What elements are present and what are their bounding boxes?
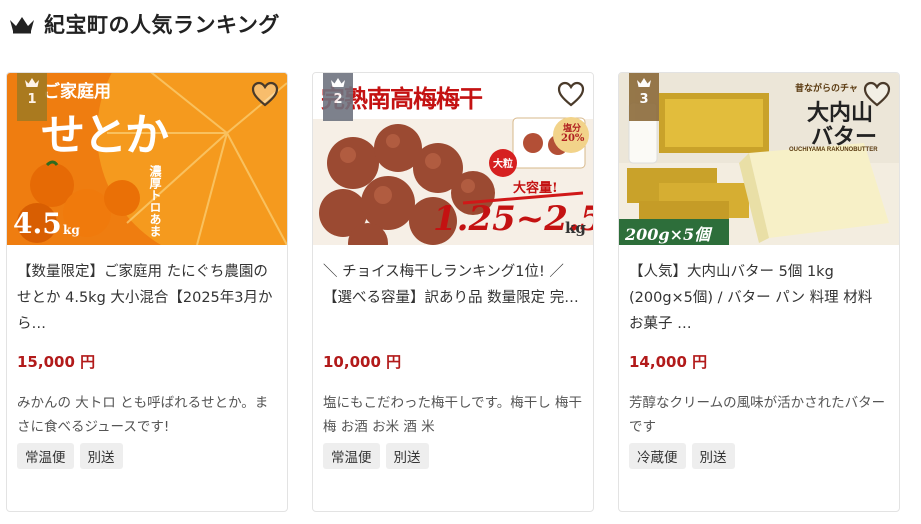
image-caption-side: 濃厚トロあま — [148, 165, 162, 237]
shipping-tag: 別送 — [79, 443, 123, 469]
rank-badge: 2 — [323, 73, 353, 121]
product-card[interactable]: 完熟南高梅梅干 大粒 塩分 20% 大容量! 1.25~2.5 kg 2 ＼ チ… — [312, 72, 594, 512]
favorite-heart-icon[interactable] — [251, 81, 279, 107]
image-package: 200g×5個 — [625, 225, 711, 244]
product-price: 15,000 円 — [17, 353, 96, 371]
section-header: 紀宝町の人気ランキング — [8, 8, 280, 40]
tag-list: 常温便 別送 — [17, 443, 277, 469]
product-title[interactable]: 【人気】大内山バター 5個 1kg (200g×5個) / バター パン 料理 … — [629, 259, 889, 337]
product-description: みかんの 大トロ とも呼ばれるせとか。まさに食べるジュースです! — [17, 395, 269, 435]
image-caption-big: 大粒 — [493, 159, 513, 170]
image-brand: OUCHIYAMA RAKUNOBUTTER — [789, 147, 878, 153]
image-capacity: 大容量! — [513, 181, 558, 196]
rank-number: 2 — [333, 92, 343, 107]
product-description: 塩にもこだわった梅干しです。梅干し 梅干 梅 お酒 お米 酒 米 — [323, 395, 583, 435]
product-card[interactable]: 昔ながらのチャ 大内山 バター OUCHIYAMA RAKUNOBUTTER 2… — [618, 72, 900, 512]
shipping-tag: 別送 — [385, 443, 429, 469]
shipping-tag: 冷蔵便 — [629, 443, 686, 469]
product-card[interactable]: ご家庭用 せとか 4.5 kg 濃厚トロあま 1 【数量限定】ご家庭用 たにぐち… — [6, 72, 288, 512]
product-image[interactable]: 昔ながらのチャ 大内山 バター OUCHIYAMA RAKUNOBUTTER 2… — [619, 73, 899, 245]
rank-badge: 1 — [17, 73, 47, 121]
section-title: 紀宝町の人気ランキング — [44, 13, 280, 37]
rank-number: 3 — [639, 92, 649, 107]
image-unit: kg — [63, 223, 80, 237]
image-unit: kg — [565, 219, 586, 237]
rank-number: 1 — [27, 92, 37, 107]
tag-list: 冷蔵便 別送 — [629, 443, 889, 469]
product-title[interactable]: 【数量限定】ご家庭用 たにぐち農園のせとか 4.5kg 大小混合【2025年3月… — [17, 259, 277, 337]
shipping-tag: 常温便 — [17, 443, 74, 469]
image-weight: 4.5 — [13, 207, 62, 240]
tag-list: 常温便 別送 — [323, 443, 583, 469]
favorite-heart-icon[interactable] — [557, 81, 585, 107]
product-price: 14,000 円 — [629, 353, 708, 371]
shipping-tag: 別送 — [691, 443, 735, 469]
rank-badge: 3 — [629, 73, 659, 121]
image-caption-sub: 昔ながらのチャ — [795, 84, 858, 94]
image-salt-value: 20% — [561, 133, 585, 144]
image-caption-main: せとか — [41, 110, 169, 161]
crown-icon — [331, 78, 345, 87]
crown-icon — [10, 17, 34, 34]
product-description: 芳醇なクリームの風味が活かされたバターです — [629, 395, 886, 435]
crown-icon — [637, 78, 651, 87]
shipping-tag: 常温便 — [323, 443, 380, 469]
crown-icon — [25, 78, 39, 87]
favorite-heart-icon[interactable] — [863, 81, 891, 107]
product-title[interactable]: ＼ チョイス梅干しランキング1位! ／【選べる容量】訳あり品 数量限定 完… — [323, 259, 583, 337]
product-image[interactable]: 完熟南高梅梅干 大粒 塩分 20% 大容量! 1.25~2.5 kg 2 — [313, 73, 593, 245]
product-image[interactable]: ご家庭用 せとか 4.5 kg 濃厚トロあま 1 — [7, 73, 287, 245]
product-price: 10,000 円 — [323, 353, 402, 371]
